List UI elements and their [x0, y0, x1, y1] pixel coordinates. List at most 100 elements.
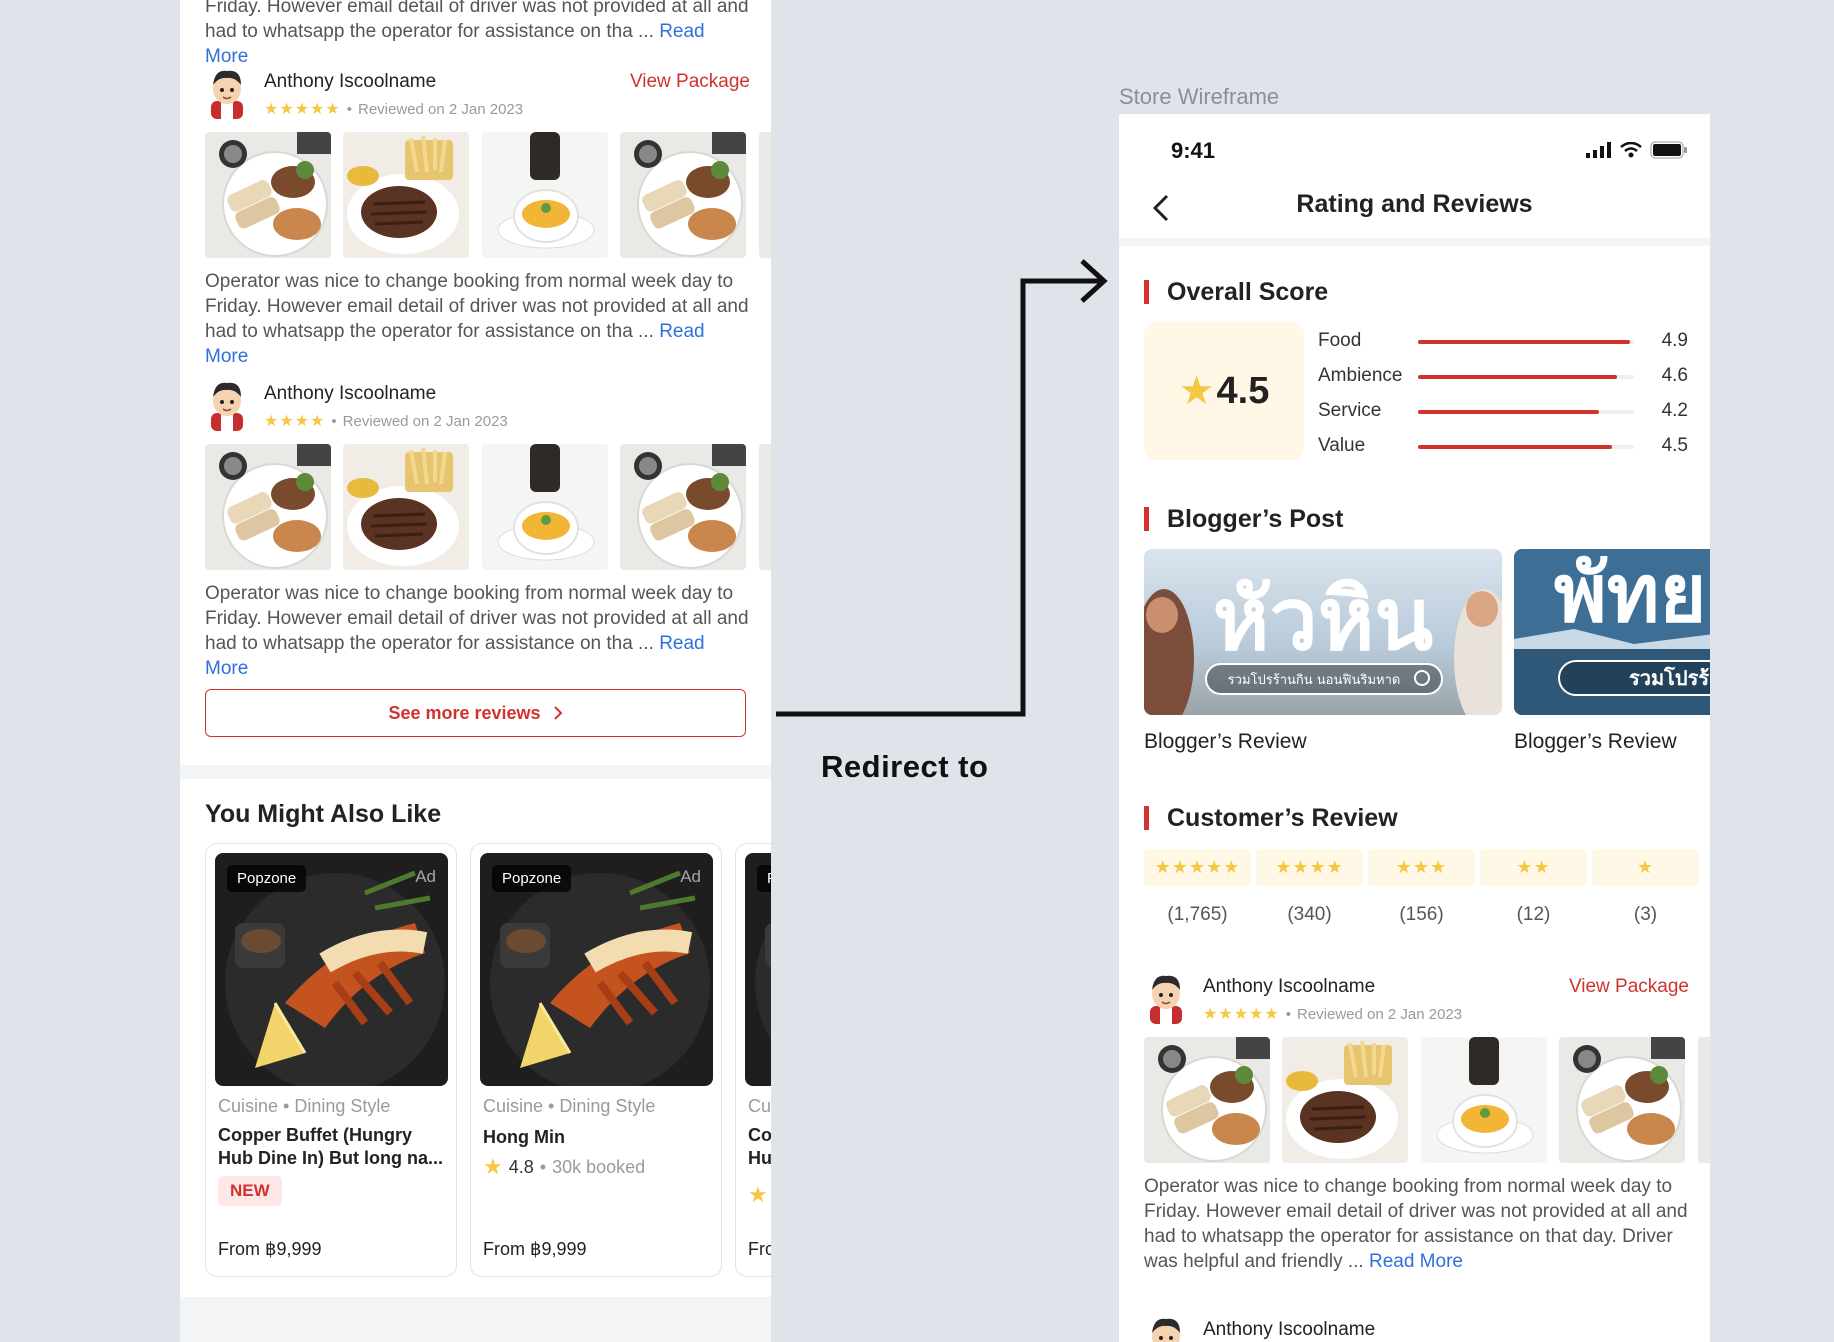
star-icon: ★ — [1178, 369, 1215, 413]
review-photo[interactable] — [1421, 1037, 1547, 1163]
metric-label: Food — [1318, 330, 1362, 351]
product-image: Popzone Ad — [215, 853, 448, 1086]
star-filter-5[interactable]: ★★★★★ — [1144, 849, 1251, 886]
separator-dot: • — [346, 100, 352, 118]
redirect-arrow-icon — [776, 259, 1108, 717]
blog-post-card[interactable]: หัวหิน รวมโปรร้านกิน นอนฟินริมหาด — [1144, 549, 1502, 715]
product-image: P — [745, 853, 771, 1086]
view-package-link[interactable]: View Package — [630, 71, 750, 93]
redirect-label: Redirect to — [821, 749, 989, 784]
review-item: Anthony Iscoolname ★★★★ • Reviewed on 2 … — [205, 379, 750, 679]
star-filter-2[interactable]: ★★ — [1480, 849, 1587, 886]
review-photo[interactable] — [759, 132, 771, 258]
status-icons — [1586, 141, 1688, 159]
review-photo[interactable] — [205, 132, 331, 258]
product-card[interactable]: Popzone Ad Cuisine • Dining Style Hong M… — [470, 843, 722, 1277]
metric-bar — [1418, 445, 1634, 449]
metric-label: Value — [1318, 435, 1366, 456]
star-icon: ★ — [748, 1182, 768, 1207]
reviewer-avatar — [205, 67, 249, 119]
product-name: Copper Buffet (Hungry Hub Dine In) But l… — [218, 1125, 443, 1168]
brand-tag: Popzone — [492, 865, 572, 892]
read-more-link[interactable]: Read More — [1369, 1251, 1463, 1272]
metric-bar-fill — [1418, 375, 1617, 379]
star-filter-1[interactable]: ★ — [1592, 849, 1699, 886]
review-photo[interactable] — [343, 444, 469, 570]
metric-bar-fill — [1418, 445, 1613, 449]
section-title: Customer’s Review — [1144, 806, 1398, 831]
review-photo[interactable] — [343, 132, 469, 258]
blog-post-card[interactable]: พัทย รวมโปรร้ — [1514, 549, 1710, 715]
blog-cover-image: พัทย รวมโปรร้ — [1514, 549, 1710, 715]
review-photo[interactable] — [482, 132, 608, 258]
review-item: Anthony Iscoolname ★★★★★ • Reviewed on 2… — [205, 67, 750, 367]
review-meta: ★★★★★ • Reviewed on 2 Jan 2023 — [1203, 1004, 1462, 1024]
chevron-right-icon — [553, 706, 562, 720]
product-price: From ฿9,999 — [218, 1239, 322, 1259]
product-card[interactable]: P Cu Co Hu ★ Fro — [735, 843, 771, 1277]
review-photo[interactable] — [1282, 1037, 1408, 1163]
section-title: Blogger’s Post — [1144, 507, 1343, 532]
review-photo[interactable] — [1698, 1037, 1710, 1163]
brand-tag: P — [757, 865, 771, 892]
star-icon: ★ — [483, 1154, 503, 1179]
section-title: Overall Score — [1144, 280, 1328, 305]
metric-bar-fill — [1418, 410, 1600, 414]
product-price: Fro — [748, 1239, 771, 1259]
reviewer-name: Anthony Iscoolname — [264, 71, 437, 92]
metric-value: 4.5 — [1661, 435, 1688, 456]
review-text-snippet: Friday. However email detail of driver w… — [205, 0, 749, 67]
product-category: Cuisine • Dining Style — [218, 1096, 391, 1116]
rating-value: 4.8 — [508, 1156, 534, 1177]
star-count: (3) — [1633, 904, 1658, 925]
signal-icon — [1586, 142, 1611, 158]
frame-label: Store Wireframe — [1119, 84, 1280, 109]
review-meta: ★★★★ • Reviewed on 2 Jan 2023 — [264, 411, 508, 431]
section-divider — [180, 1297, 771, 1342]
review-photo[interactable] — [620, 444, 746, 570]
product-rating: ★ 4.8 • 30k booked — [483, 1154, 645, 1180]
star-count: (12) — [1516, 904, 1551, 925]
review-photo[interactable] — [620, 132, 746, 258]
review-photo[interactable] — [1559, 1037, 1685, 1163]
product-card[interactable]: Popzone Ad Cuisine • Dining Style Copper… — [205, 843, 457, 1277]
rating-stars: ★★★★★ — [264, 101, 341, 118]
reviewer-name: Anthony Iscoolname — [264, 383, 437, 404]
reviewer-avatar — [1144, 1315, 1188, 1342]
blog-caption: Blogger’s Review — [1514, 730, 1677, 753]
page-title: Rating and Reviews — [1296, 190, 1533, 218]
status-time: 9:41 — [1171, 138, 1216, 163]
review-text: Operator was nice to change booking from… — [1144, 1176, 1688, 1272]
metric-label: Service — [1318, 400, 1382, 421]
product-name: Hong Min — [483, 1127, 565, 1147]
review-text: Operator was nice to change booking from… — [205, 583, 749, 679]
overall-score: 4.5 — [1216, 369, 1270, 412]
view-package-link[interactable]: View Package — [1569, 976, 1689, 998]
review-date: Reviewed on 2 Jan 2023 — [1296, 1005, 1463, 1023]
review-photo[interactable] — [205, 444, 331, 570]
metric-row: Food 4.9 — [1318, 330, 1688, 354]
reviewer-name: Anthony Iscoolname — [1203, 976, 1376, 997]
restaurant-detail-panel: Friday. However email detail of driver w… — [180, 0, 771, 1342]
product-image: Popzone Ad — [480, 853, 713, 1086]
review-photos — [1144, 1037, 1710, 1163]
metric-row: Ambience 4.6 — [1318, 365, 1688, 389]
metric-value: 4.2 — [1661, 400, 1688, 421]
review-photo[interactable] — [482, 444, 608, 570]
metric-bar — [1418, 375, 1634, 379]
star-filter-4[interactable]: ★★★★ — [1256, 849, 1363, 886]
ad-label: Ad — [680, 867, 701, 886]
review-text: Operator was nice to change booking from… — [205, 271, 749, 367]
blog-thai-title: หัวหิน — [1213, 570, 1434, 670]
brand-tag: Popzone — [227, 865, 307, 892]
booked-count: 30k booked — [552, 1156, 646, 1177]
star-filter-3[interactable]: ★★★ — [1368, 849, 1475, 886]
see-more-reviews-button[interactable]: See more reviews — [205, 689, 746, 737]
blog-thai-subtitle: รวมโปรร้ — [1629, 666, 1709, 690]
product-rating: ★ — [748, 1182, 768, 1208]
header-divider — [1119, 238, 1710, 246]
review-photo[interactable] — [1144, 1037, 1270, 1163]
metric-bar — [1418, 340, 1634, 344]
star-count: (1,765) — [1167, 904, 1228, 925]
section-divider — [180, 765, 771, 779]
